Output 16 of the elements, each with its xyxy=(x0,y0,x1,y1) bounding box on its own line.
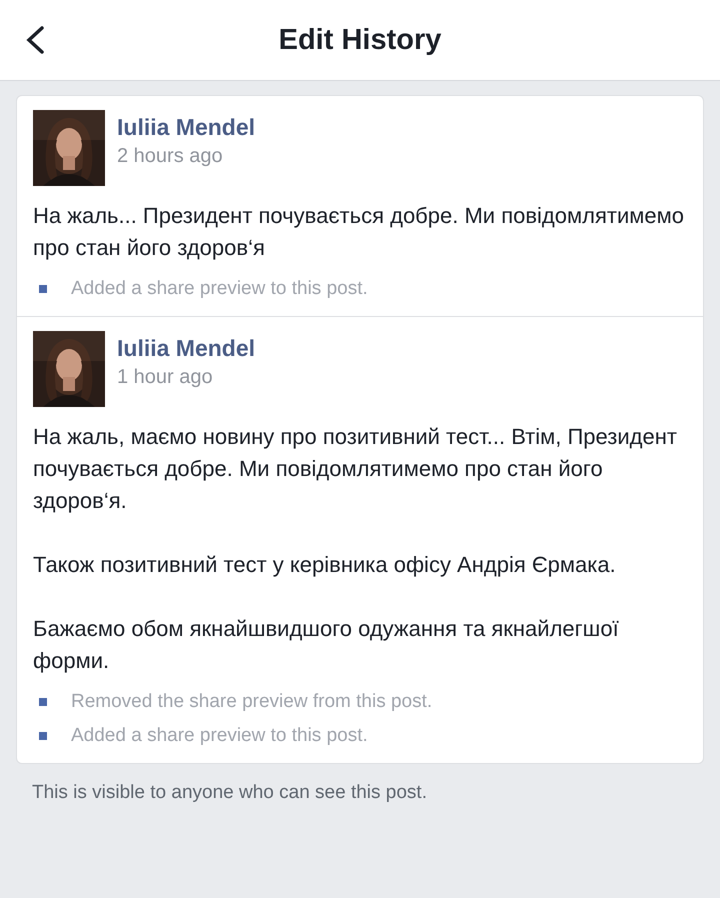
bullet-icon xyxy=(39,732,47,740)
author-name[interactable]: Iuliia Mendel xyxy=(117,114,256,141)
timestamp: 1 hour ago xyxy=(117,366,214,389)
change-note: Added a share preview to this post. xyxy=(71,278,368,300)
bullet-icon xyxy=(39,698,47,706)
timestamp: 2 hours ago xyxy=(117,145,224,168)
post-text: Бажаємо обом якнайшвидшого одужання та якнайлегшої форми. xyxy=(33,615,620,675)
post-text: На жаль... Президент почувається добре. Ми повідомлятимемо про стан його здоров‘я xyxy=(33,202,685,262)
change-note: Removed the share preview from this post. xyxy=(71,691,432,713)
change-note: Added a share preview to this post. xyxy=(71,725,368,747)
visibility-note: This is visible to anyone who can see this post. xyxy=(31,781,428,805)
post-text: На жаль, маємо новину про позитивний тест... Втім, Президент почувається добре. Ми повідомлятимемо про стан його здоров‘я. xyxy=(33,423,678,515)
page-title: Edit History xyxy=(278,24,442,56)
bullet-icon xyxy=(39,285,47,293)
post-text: Також позитивний тест у керівника офісу Андрія Єрмака. xyxy=(33,551,617,579)
author-name[interactable]: Iuliia Mendel xyxy=(117,335,256,362)
